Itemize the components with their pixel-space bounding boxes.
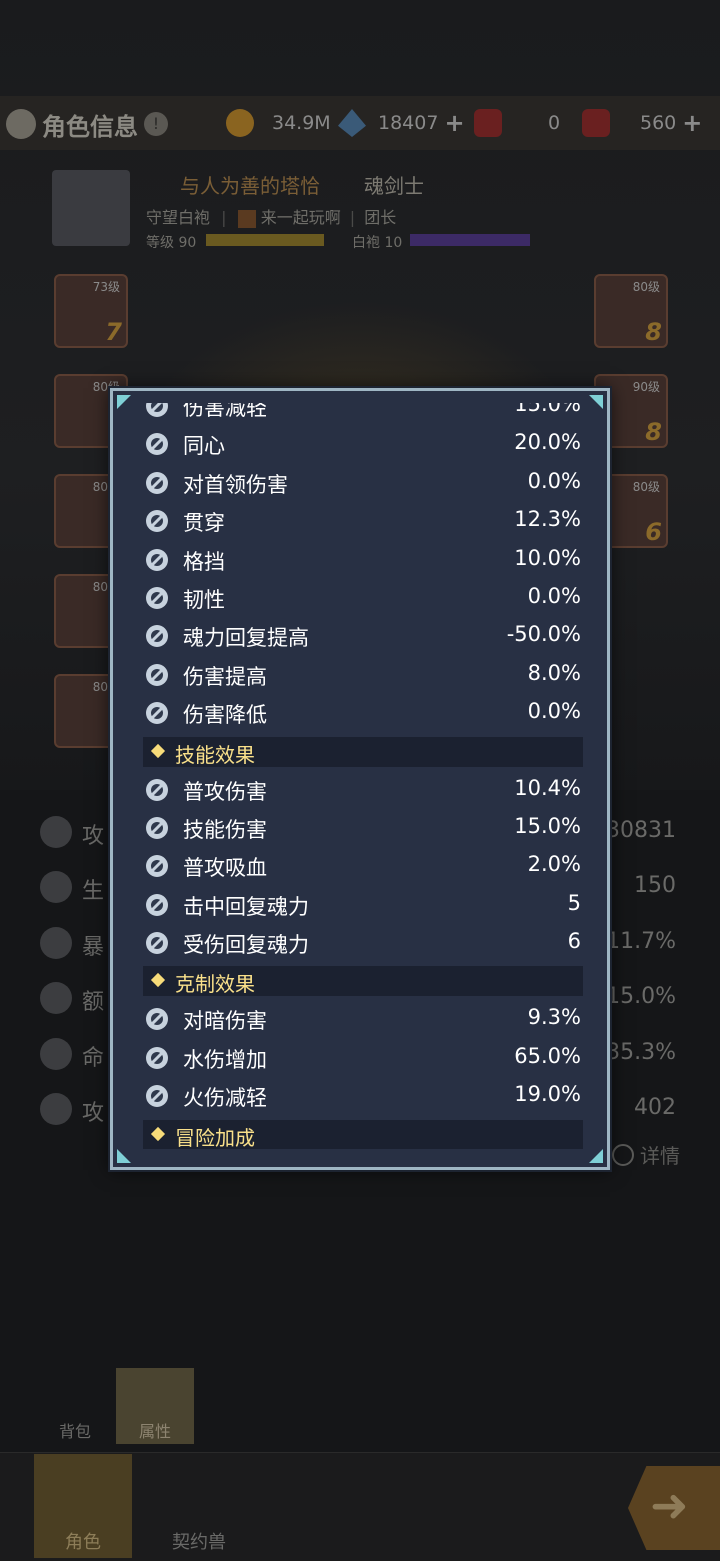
pierce-icon <box>146 510 168 533</box>
attribute-label: 火伤减轻 <box>183 1086 267 1111</box>
section-title: 技能效果 <box>175 742 255 767</box>
boss-icon <box>146 471 168 494</box>
hurt-soul-icon <box>146 932 168 955</box>
dark-damage-icon <box>146 1008 168 1031</box>
attribute-value: 10.0% <box>514 545 581 570</box>
attribute-list: 伤害减轻 15.0% 同心 20.0% 对首领伤害 0.0% 贯穿 12.3% 格挡 10.0% 韧… <box>143 403 583 1149</box>
water-damage-icon <box>146 1046 168 1069</box>
shield-reduce-icon <box>146 403 168 417</box>
attribute-label: 对首领伤害 <box>183 472 288 497</box>
attribute-row: 普攻吸血 2.0% <box>143 847 583 885</box>
attribute-label: 击中回复魂力 <box>183 894 309 919</box>
normal-attack-icon <box>146 778 168 801</box>
fire-reduce-icon <box>146 1085 168 1108</box>
attribute-label: 对暗伤害 <box>183 1009 267 1034</box>
attribute-row: 贯穿 12.3% <box>143 502 583 540</box>
attribute-label: 受伤回复魂力 <box>183 933 309 958</box>
attribute-value: 2.0% <box>527 852 581 877</box>
attribute-value: 0.0% <box>527 583 581 608</box>
attribute-value: 0.0% <box>527 699 581 724</box>
attribute-label: 魂力回复提高 <box>183 626 309 651</box>
attribute-label: 同心 <box>183 434 225 459</box>
soul-regen-icon <box>146 625 168 648</box>
attribute-label: 伤害提高 <box>183 664 267 689</box>
tenacity-icon <box>146 586 168 609</box>
attribute-value: 20.0% <box>514 430 581 455</box>
attribute-value: -50.0% <box>506 622 581 647</box>
attribute-scroll-area[interactable]: 伤害减轻 15.0% 同心 20.0% 对首领伤害 0.0% 贯穿 12.3% 格挡 10.0% 韧… <box>143 403 583 1149</box>
attribute-label: 普攻伤害 <box>183 779 267 804</box>
attribute-row: 受伤回复魂力 6 <box>143 924 583 962</box>
attribute-row: 伤害降低 0.0% <box>143 694 583 732</box>
corner-ornament <box>589 395 603 409</box>
attribute-label: 普攻吸血 <box>183 856 267 881</box>
attribute-value: 19.0% <box>514 1082 581 1107</box>
corner-ornament <box>589 1149 603 1163</box>
hit-soul-icon <box>146 893 168 916</box>
corner-ornament <box>117 395 131 409</box>
attribute-label: 水伤增加 <box>183 1047 267 1072</box>
section-header: 克制效果 <box>143 966 583 997</box>
attribute-value: 65.0% <box>514 1043 581 1068</box>
attribute-label: 格挡 <box>183 549 225 574</box>
attribute-row: 技能伤害 15.0% <box>143 809 583 847</box>
attribute-row: 水伤增加 65.0% <box>143 1039 583 1077</box>
attribute-value: 8.0% <box>527 660 581 685</box>
attribute-value: 15.0% <box>514 813 581 838</box>
attribute-row: 格挡 10.0% <box>143 541 583 579</box>
attribute-row: 魂力回复提高 -50.0% <box>143 617 583 655</box>
section-title: 冒险加成 <box>175 1125 255 1149</box>
section-title: 克制效果 <box>175 972 255 997</box>
unity-icon <box>146 433 168 456</box>
attribute-row: 击中回复魂力 5 <box>143 886 583 924</box>
diamond-icon <box>150 1126 166 1141</box>
lifesteal-icon <box>146 855 168 878</box>
section-header: 冒险加成 <box>143 1119 583 1149</box>
attribute-label: 伤害减轻 <box>183 403 267 420</box>
attribute-value: 0.0% <box>527 468 581 493</box>
attribute-row: 伤害提高 8.0% <box>143 656 583 694</box>
attribute-row: 对首领伤害 0.0% <box>143 464 583 502</box>
damage-up-icon <box>146 663 168 686</box>
section-header: 技能效果 <box>143 736 583 767</box>
corner-ornament <box>117 1149 131 1163</box>
attribute-value: 15.0% <box>514 403 581 416</box>
attribute-row: 伤害减轻 15.0% <box>143 403 583 425</box>
attribute-row: 韧性 0.0% <box>143 579 583 617</box>
attribute-popup[interactable]: 伤害减轻 15.0% 同心 20.0% 对首领伤害 0.0% 贯穿 12.3% 格挡 10.0% 韧… <box>110 388 610 1170</box>
attribute-value: 10.4% <box>514 775 581 800</box>
attribute-value: 5 <box>567 890 581 915</box>
attribute-value: 9.3% <box>527 1005 581 1030</box>
attribute-value: 6 <box>567 929 581 954</box>
block-icon <box>146 548 168 571</box>
attribute-label: 伤害降低 <box>183 703 267 728</box>
attribute-row: 火伤减轻 19.0% <box>143 1077 583 1115</box>
attribute-row: 普攻伤害 10.4% <box>143 771 583 809</box>
attribute-value: 12.3% <box>514 507 581 532</box>
attribute-row: 同心 20.0% <box>143 425 583 463</box>
damage-down-icon <box>146 702 168 725</box>
skill-damage-icon <box>146 816 168 839</box>
diamond-icon <box>150 743 166 758</box>
diamond-icon <box>150 973 166 988</box>
attribute-label: 韧性 <box>183 587 225 612</box>
attribute-label: 贯穿 <box>183 511 225 536</box>
attribute-label: 技能伤害 <box>183 817 267 842</box>
attribute-row: 对暗伤害 9.3% <box>143 1000 583 1038</box>
